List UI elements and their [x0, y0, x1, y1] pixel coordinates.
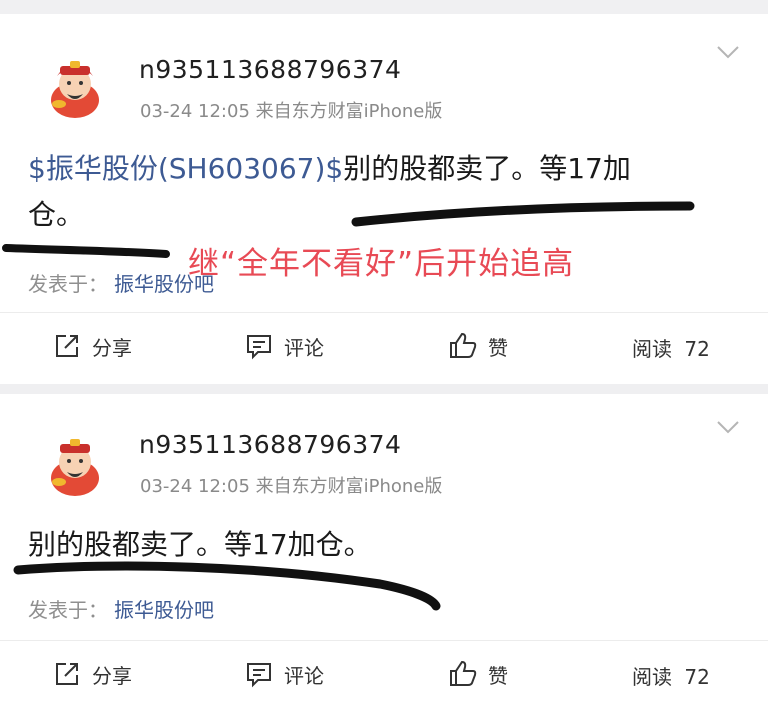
chevron-down-icon[interactable] — [716, 420, 740, 434]
post-card: n935113688796374 03-24 12:05 来自东方财富iPhon… — [0, 394, 768, 701]
read-count-value: 72 — [684, 337, 710, 361]
read-label: 阅读 — [632, 665, 672, 689]
like-label: 赞 — [488, 663, 508, 688]
posted-in-label: 发表于： — [28, 598, 108, 622]
like-button[interactable]: 赞 — [448, 329, 508, 363]
username[interactable]: n935113688796374 — [139, 430, 401, 459]
comment-button[interactable]: 评论 — [244, 329, 324, 363]
share-label: 分享 — [92, 663, 132, 688]
username[interactable]: n935113688796374 — [139, 55, 401, 84]
post-content: $振华股份(SH603067)$别的股都卖了。等17加 仓。 — [28, 146, 738, 238]
like-button[interactable]: 赞 — [448, 657, 508, 691]
post-card: n935113688796374 03-24 12:05 来自东方财富iPhon… — [0, 0, 768, 384]
share-label: 分享 — [92, 335, 132, 360]
like-label: 赞 — [488, 335, 508, 360]
comment-icon — [247, 335, 271, 360]
comment-label: 评论 — [284, 335, 324, 360]
stock-tag-link[interactable]: $振华股份(SH603067)$ — [28, 152, 343, 185]
comment-icon — [247, 663, 271, 688]
share-icon — [56, 663, 78, 685]
chevron-down-icon[interactable] — [716, 45, 740, 59]
thumbs-up-icon — [450, 660, 477, 686]
share-icon — [56, 335, 78, 357]
thumbs-up-icon — [450, 332, 477, 358]
top-strip — [0, 0, 768, 14]
comment-button[interactable]: 评论 — [244, 657, 324, 691]
posted-in: 发表于： 振华股份吧 — [28, 268, 214, 297]
read-count: 阅读 72 — [632, 661, 710, 690]
post-text-line2: 仓。 — [28, 198, 85, 231]
share-button[interactable]: 分享 — [52, 657, 132, 691]
post-text-line1: 别的股都卖了。等17加 — [343, 152, 631, 185]
read-count: 阅读 72 — [632, 333, 710, 362]
divider — [0, 312, 768, 313]
avatar-icon[interactable] — [40, 430, 110, 500]
share-button[interactable]: 分享 — [52, 329, 132, 363]
post-meta: 03-24 12:05 来自东方财富iPhone版 — [140, 101, 443, 122]
avatar-icon[interactable] — [40, 52, 110, 122]
posted-in: 发表于： 振华股份吧 — [28, 594, 214, 623]
forum-link[interactable]: 振华股份吧 — [114, 598, 214, 622]
posted-in-label: 发表于： — [28, 272, 108, 296]
comment-label: 评论 — [284, 663, 324, 688]
read-count-value: 72 — [684, 665, 710, 689]
post-content: 别的股都卖了。等17加仓。 — [28, 528, 372, 561]
post-meta: 03-24 12:05 来自东方财富iPhone版 — [140, 476, 443, 497]
divider — [0, 640, 768, 641]
read-label: 阅读 — [632, 337, 672, 361]
handwritten-annotation: 继“全年不看好”后开始追高 — [188, 246, 575, 282]
